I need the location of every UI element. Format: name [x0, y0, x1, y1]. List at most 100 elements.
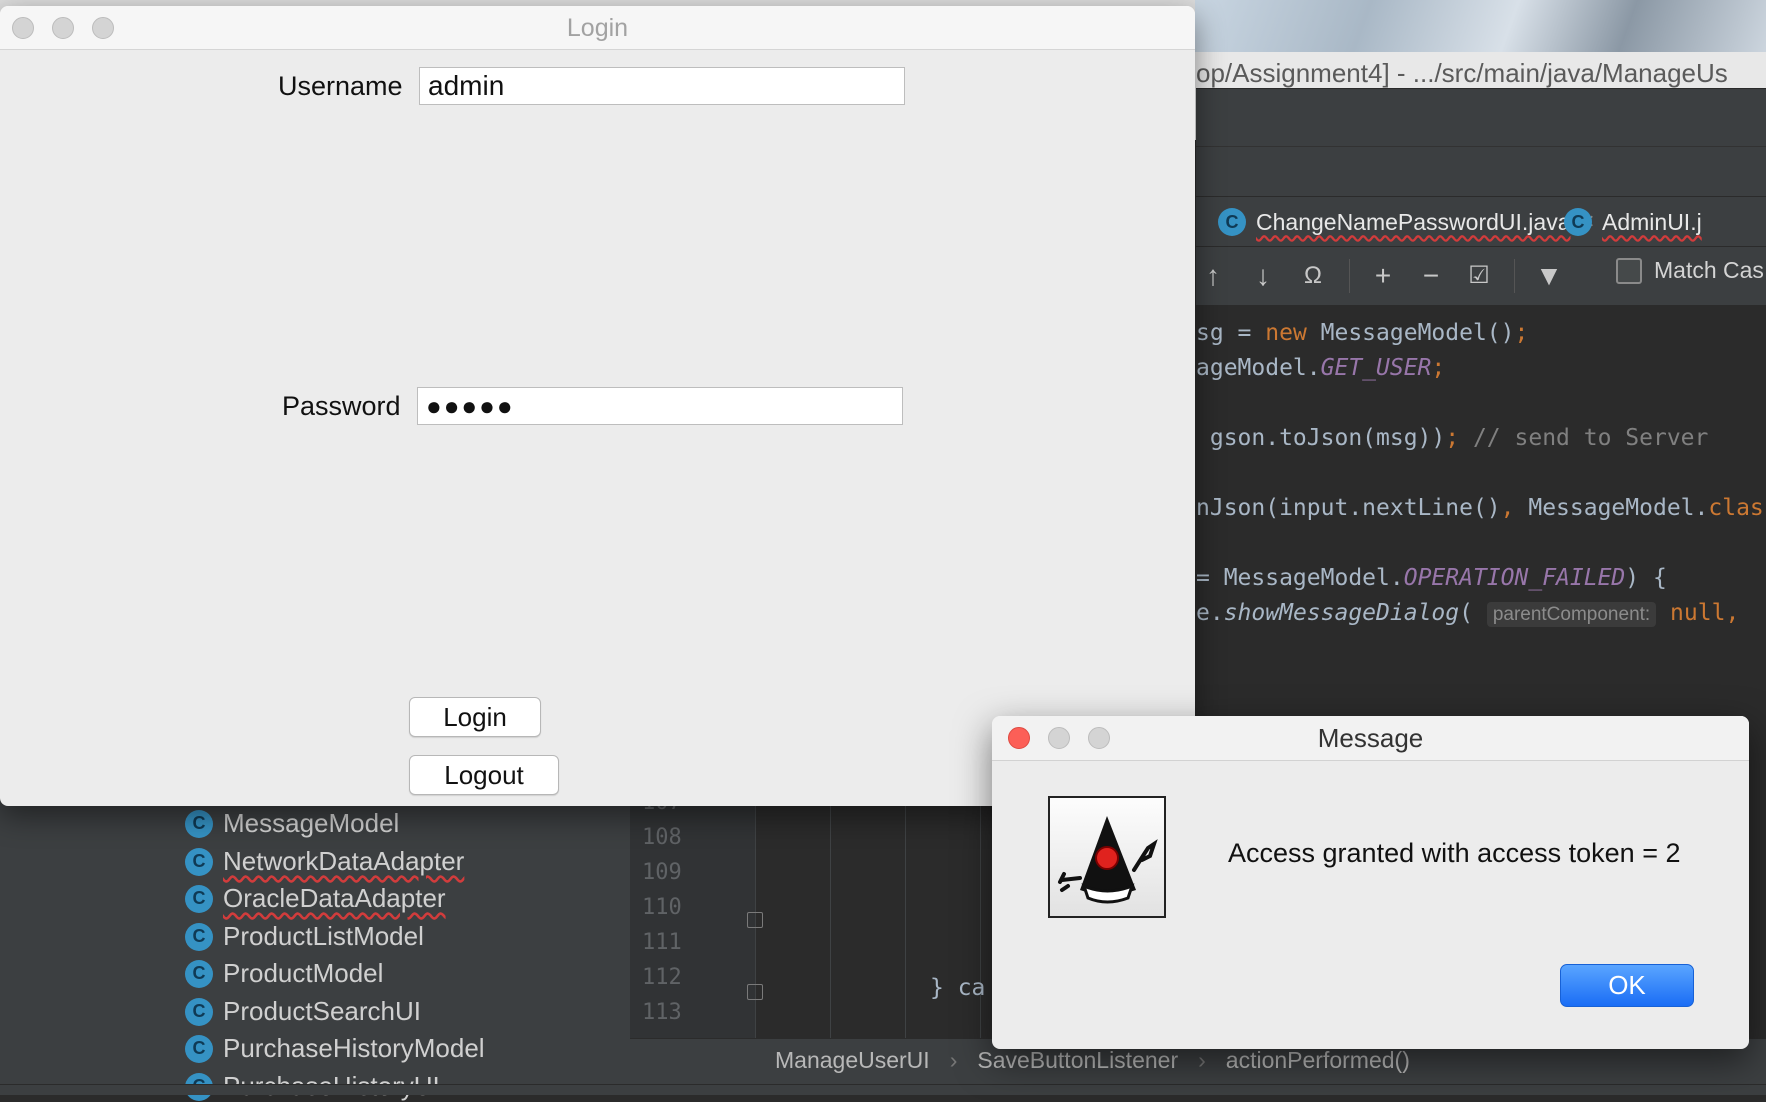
chevron-right-icon: › [949, 1047, 958, 1073]
line-number: 110 [642, 895, 682, 920]
code-token: MessageModel() [1306, 320, 1515, 346]
fold-marker-icon[interactable] [747, 984, 763, 1000]
code-line: = MessageModel.OPERATION_FAILED) { [1196, 565, 1667, 591]
class-icon: C [185, 922, 213, 951]
password-field[interactable]: ●●●●● [417, 387, 903, 425]
code-token: MessageModel. [1514, 495, 1709, 521]
message-dialog: Message Access granted with access token… [992, 716, 1749, 1049]
code-token: , [1500, 495, 1515, 521]
indent-guide [830, 800, 831, 1038]
code-token: ; [1514, 320, 1529, 346]
username-value: admin [428, 70, 505, 101]
parameter-hint: parentComponent: [1486, 602, 1657, 627]
select-all-occurrences-icon[interactable]: Ω [1296, 257, 1330, 295]
breadcrumb-method[interactable]: actionPerformed() [1226, 1047, 1410, 1074]
match-case-label: Match Cas [1654, 257, 1764, 283]
tree-item-label: ProductModel [223, 958, 384, 988]
code-token: ageModel. [1196, 355, 1321, 381]
code-token: ( [1459, 600, 1487, 626]
remove-selection-icon[interactable]: − [1414, 257, 1448, 295]
username-label: Username [278, 71, 403, 101]
line-number: 113 [642, 1000, 682, 1025]
code-token: GET_USER [1320, 355, 1432, 381]
ide-toolbar [1196, 88, 1766, 147]
project-tree-item[interactable]: C MessageModel [185, 808, 399, 839]
tab-adminui[interactable]: C AdminUI.j [1564, 197, 1702, 247]
class-icon: C [1564, 208, 1592, 236]
match-case-checkbox[interactable]: Match Cas [1616, 257, 1764, 284]
line-number: 111 [642, 930, 682, 955]
desktop-wallpaper [1195, 0, 1766, 52]
add-selection-icon[interactable]: + [1366, 257, 1400, 295]
ok-button[interactable]: OK [1560, 964, 1694, 1007]
code-line: nJson(input.nextLine(), MessageModel.cla… [1196, 495, 1766, 521]
dialog-title: Message [1317, 723, 1424, 753]
code-line: gson.toJson(msg)); // send to Server [1196, 425, 1709, 451]
project-tree-item[interactable]: C ProductListModel [185, 921, 424, 952]
line-number: 112 [642, 965, 682, 990]
checkbox-box[interactable] [1616, 257, 1642, 284]
code-token: e. [1196, 600, 1224, 626]
window-title-bar: Login [0, 6, 1195, 50]
code-token: ; [1431, 355, 1446, 381]
code-token: null, [1656, 600, 1740, 626]
tree-item-label: ProductSearchUI [223, 996, 421, 1026]
logout-button[interactable]: Logout [409, 755, 559, 795]
indent-guide [905, 800, 906, 1038]
code-token: class [1708, 495, 1766, 521]
toolbar-divider [1514, 259, 1515, 293]
dialog-message: Access granted with access token = 2 [1228, 838, 1681, 868]
tab-label: AdminUI.j [1602, 208, 1702, 235]
username-field[interactable]: admin [419, 67, 905, 105]
arrow-up-icon[interactable]: ↑ [1196, 257, 1230, 295]
password-value: ●●●●● [426, 390, 515, 421]
line-number: 108 [642, 825, 682, 850]
password-label: Password [282, 391, 401, 421]
code-line: ageModel.GET_USER; [1196, 355, 1445, 381]
code-token: // send to Server [1459, 425, 1709, 451]
class-icon: C [185, 884, 213, 913]
indent-guide [980, 800, 981, 1038]
breadcrumb: ManageUserUI › SaveButtonListener › acti… [775, 1047, 1410, 1074]
login-button[interactable]: Login [409, 697, 541, 737]
code-token: gson.toJson(msg)) [1196, 425, 1446, 451]
project-tree-item[interactable]: C NetworkDataAdapter [185, 846, 464, 877]
toggle-selection-icon[interactable]: ☑ [1462, 257, 1496, 295]
tree-item-label: MessageModel [223, 808, 400, 838]
toolbar-divider [1349, 259, 1350, 293]
ide-status-bar [0, 1084, 1766, 1095]
code-fragment: } ca [930, 975, 986, 1001]
class-icon: C [185, 809, 213, 838]
login-window: Login Username admin Password ●●●●● Logi… [0, 6, 1195, 806]
class-icon: C [1218, 208, 1246, 236]
fold-marker-icon[interactable] [747, 912, 763, 928]
dialog-title-bar: Message [992, 716, 1749, 761]
filter-icon[interactable]: ▼ [1532, 257, 1566, 295]
class-icon: C [185, 997, 213, 1026]
project-tree-item[interactable]: C PurchaseHistoryModel [185, 1033, 485, 1064]
breadcrumb-listener[interactable]: SaveButtonListener [977, 1047, 1178, 1074]
arrow-down-icon[interactable]: ↓ [1246, 257, 1280, 295]
project-tree-item[interactable]: C ProductModel [185, 958, 383, 989]
class-icon: C [185, 1034, 213, 1063]
project-tree-item[interactable]: C ProductSearchUI [185, 996, 421, 1027]
code-token: nJson(input.nextLine() [1196, 495, 1501, 521]
tree-item-label: ProductListModel [223, 921, 424, 951]
ide-project-path: op/Assignment4] - .../src/main/java/Mana… [1196, 58, 1728, 88]
code-token: ; [1445, 425, 1460, 451]
chevron-right-icon: › [1198, 1047, 1206, 1073]
editor-tab-bar: C ChangeNamePasswordUI.java × C AdminUI.… [1196, 196, 1766, 247]
code-token: ) { [1625, 565, 1667, 591]
code-line: sg = new MessageModel(); [1196, 320, 1528, 346]
code-token: new [1265, 320, 1307, 346]
ide-navigation-bar [1196, 146, 1766, 197]
tree-item-label: NetworkDataAdapter [223, 846, 465, 876]
breadcrumb-class[interactable]: ManageUserUI [775, 1047, 930, 1074]
code-token: OPERATION_FAILED [1403, 565, 1626, 591]
class-icon: C [185, 959, 213, 988]
project-tree-item[interactable]: C OracleDataAdapter [185, 883, 446, 914]
code-token: showMessageDialog [1223, 600, 1460, 626]
java-duke-icon [1048, 796, 1166, 918]
code-token: sg = [1196, 320, 1266, 346]
tab-changenamepasswordui[interactable]: C ChangeNamePasswordUI.java × [1218, 197, 1595, 247]
